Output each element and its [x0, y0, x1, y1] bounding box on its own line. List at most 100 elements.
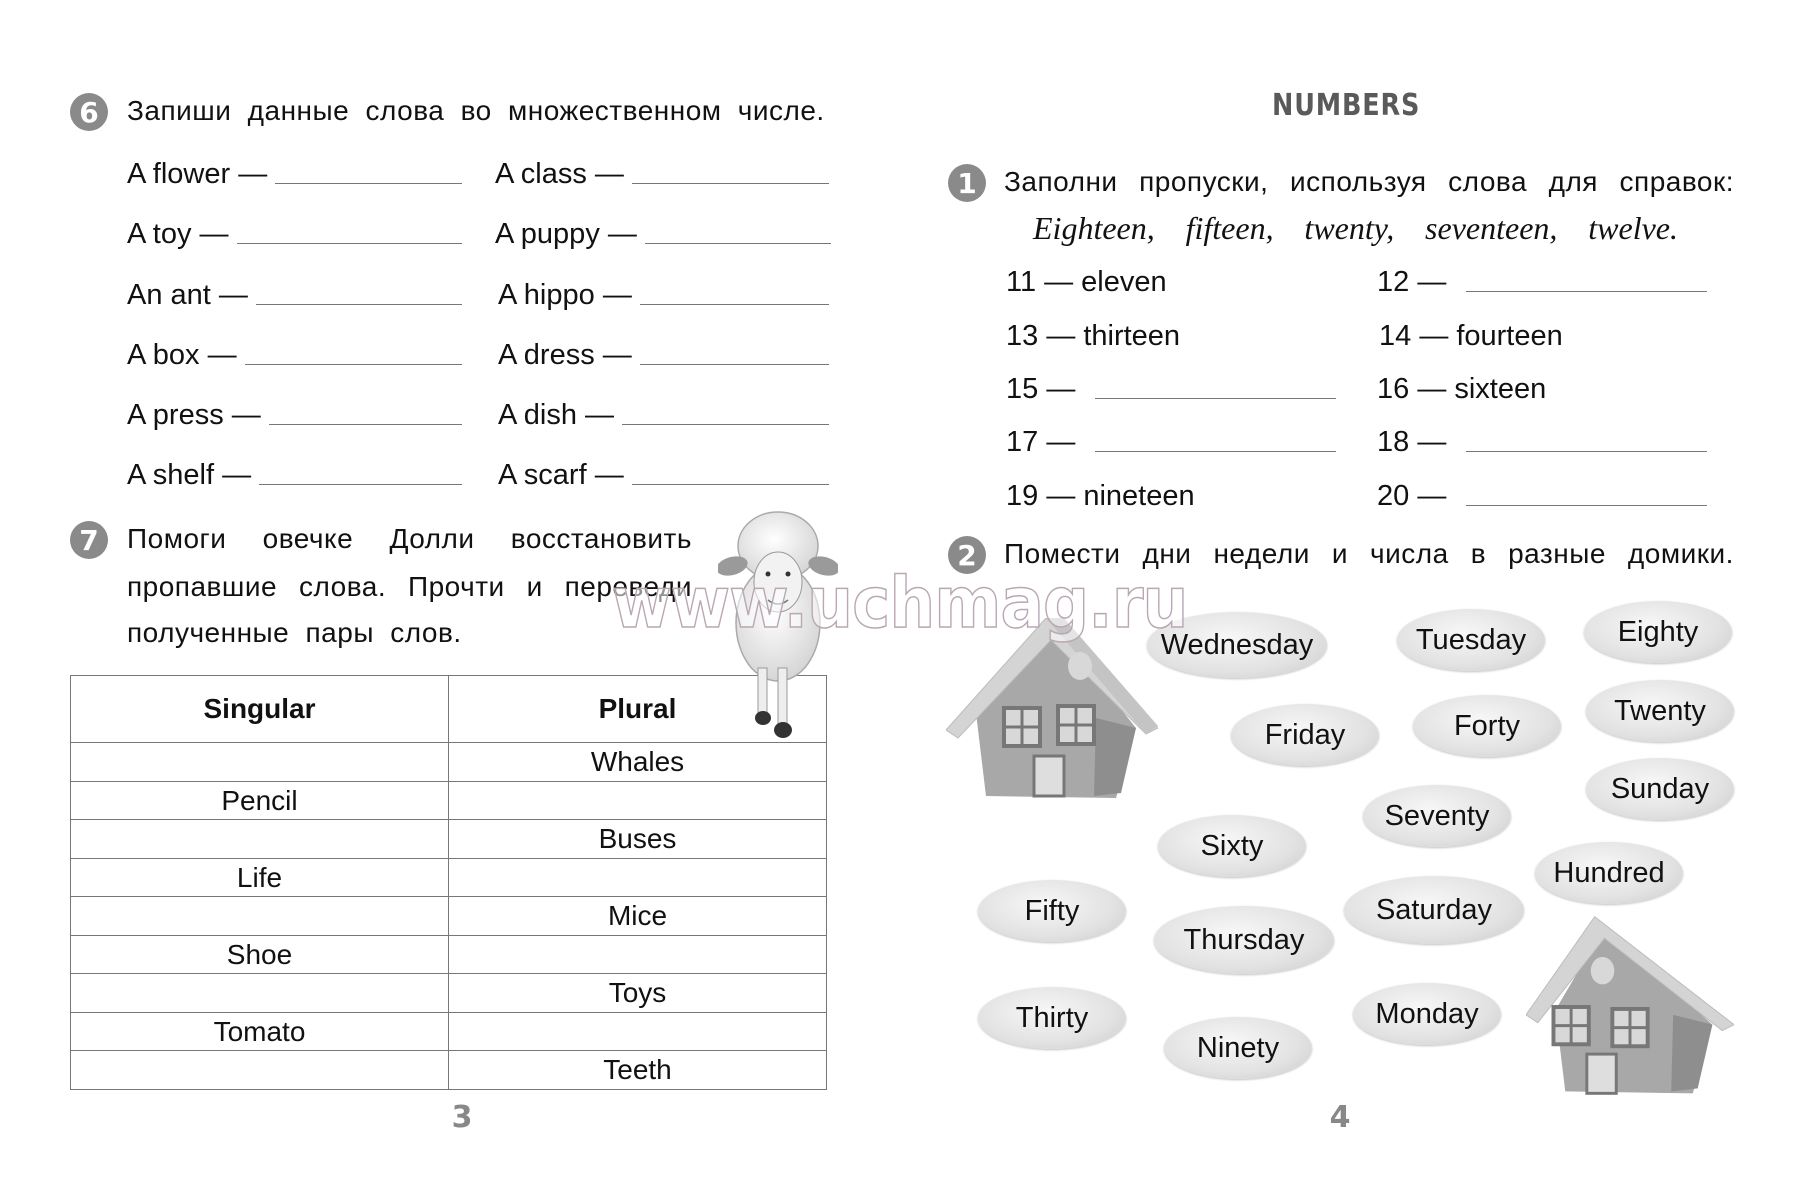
singular-cell[interactable] [70, 742, 449, 782]
answer-blank[interactable] [259, 483, 462, 485]
table-row: Shoe [70, 934, 827, 974]
singular-cell[interactable]: Tomato [70, 1011, 449, 1051]
plural-item: A dress — [498, 339, 829, 372]
word-label: A class — [495, 158, 624, 190]
word-bubble-ninety[interactable]: Ninety [1164, 1017, 1312, 1079]
word: Помоги [127, 523, 227, 554]
word-bubble-sunday[interactable]: Sunday [1586, 758, 1734, 820]
exercise-1-badge: 1 [948, 164, 986, 202]
house-1-icon[interactable] [946, 618, 1158, 802]
column-header-singular: Singular [70, 675, 449, 743]
word-bubble-seventy[interactable]: Seventy [1363, 785, 1511, 847]
number-label: 11 — [1006, 266, 1074, 298]
word-bubble-thursday[interactable]: Thursday [1154, 906, 1334, 974]
table-header-row: Singular Plural [70, 675, 827, 743]
number-item: 13 — thirteen [1006, 320, 1180, 353]
answer-blank[interactable] [622, 423, 829, 425]
word: используя [1290, 166, 1427, 197]
plural-item: A class — [495, 158, 829, 191]
answer-blank[interactable] [1095, 397, 1336, 399]
number-item: 15 — [1006, 373, 1336, 406]
word-bubble-friday[interactable]: Friday [1231, 704, 1379, 766]
number-label: 17 — [1006, 426, 1076, 458]
answer-blank[interactable] [255, 303, 462, 305]
word-bubble-fifty[interactable]: Fifty [978, 880, 1126, 942]
word-label: A shelf — [127, 459, 252, 491]
answer-blank[interactable] [1466, 290, 1707, 292]
word-bubble-forty[interactable]: Forty [1413, 695, 1561, 757]
plural-cell[interactable] [448, 857, 827, 897]
plural-item: A press — [127, 399, 462, 432]
singular-cell[interactable] [70, 973, 449, 1013]
page-number-right: 4 [1329, 1100, 1351, 1135]
word-label: A flower — [127, 158, 268, 190]
reference-word: twenty, [1304, 210, 1395, 246]
plural-item: A toy — [127, 218, 462, 251]
number-label: 12 — [1377, 266, 1447, 298]
number-label: 19 — [1006, 480, 1076, 512]
word-bubble-saturday[interactable]: Saturday [1344, 876, 1524, 944]
word: и [1331, 538, 1349, 569]
plural-cell[interactable]: Toys [448, 973, 827, 1013]
watermark-text: www.uchmag.ru [611, 561, 1189, 645]
answer-blank[interactable] [244, 363, 462, 365]
answer-blank[interactable] [1466, 504, 1707, 506]
word-label: An ant — [127, 279, 248, 311]
word-bubble-monday[interactable]: Monday [1353, 983, 1501, 1045]
plural-cell[interactable]: Teeth [448, 1050, 827, 1090]
house-2-icon[interactable] [1526, 916, 1734, 1098]
answer-blank[interactable] [1466, 450, 1707, 452]
table-row: Teeth [70, 1050, 827, 1090]
reference-word: twelve. [1588, 210, 1678, 246]
plural-cell[interactable] [448, 780, 827, 820]
plural-cell[interactable] [448, 934, 827, 974]
word-label: A toy — [127, 218, 229, 250]
singular-cell[interactable]: Shoe [70, 934, 449, 974]
plural-cell[interactable]: Mice [448, 896, 827, 936]
singular-cell[interactable] [70, 1050, 449, 1090]
singular-cell[interactable]: Pencil [70, 780, 449, 820]
number-label: 15 — [1006, 373, 1076, 405]
plural-item: A puppy — [495, 218, 831, 251]
word-bubble-twenty[interactable]: Twenty [1586, 680, 1734, 742]
answer-blank[interactable] [1095, 450, 1336, 452]
answer-blank[interactable] [268, 423, 462, 425]
singular-cell[interactable] [70, 896, 449, 936]
exercise-6-badge: 6 [70, 93, 108, 131]
word-label: A puppy — [495, 218, 637, 250]
number-label: 13 — [1006, 320, 1076, 352]
word: разные [1508, 538, 1606, 569]
word: числа [1370, 538, 1449, 569]
answer-blank[interactable] [639, 303, 829, 305]
answer-blank[interactable] [644, 242, 831, 244]
singular-cell[interactable] [70, 819, 449, 859]
number-label: 16 — [1377, 373, 1447, 405]
answer-blank[interactable] [631, 483, 829, 485]
plural-item: A scarf — [498, 459, 829, 492]
number-word: nineteen [1083, 480, 1195, 512]
word-bubble-sixty[interactable]: Sixty [1158, 815, 1306, 877]
number-item: 12 — [1377, 266, 1707, 299]
number-item: 20 — [1377, 480, 1707, 513]
word-label: A dress — [498, 339, 632, 371]
word: недели [1213, 538, 1310, 569]
word-bubble-eighty[interactable]: Eighty [1584, 601, 1732, 663]
plural-cell[interactable]: Whales [448, 742, 827, 782]
answer-blank[interactable] [236, 242, 462, 244]
answer-blank[interactable] [275, 182, 462, 184]
reference-word: seventeen, [1425, 210, 1558, 246]
plural-cell[interactable]: Buses [448, 819, 827, 859]
word: слова. [298, 571, 387, 602]
word-bubble-thirty[interactable]: Thirty [978, 987, 1126, 1049]
number-item: 11 — eleven [1006, 266, 1167, 299]
word-bubble-tuesday[interactable]: Tuesday [1397, 609, 1545, 671]
number-item: 18 — [1377, 426, 1707, 459]
word-bubble-hundred[interactable]: Hundred [1535, 842, 1683, 904]
answer-blank[interactable] [631, 182, 829, 184]
plural-cell[interactable] [448, 1011, 827, 1051]
answer-blank[interactable] [639, 363, 829, 365]
singular-cell[interactable]: Life [70, 857, 449, 897]
table-row: Life [70, 857, 827, 897]
singular-plural-table: Singular Plural Whales Pencil Buses Life… [70, 675, 827, 1090]
plural-item: A flower — [127, 158, 462, 191]
